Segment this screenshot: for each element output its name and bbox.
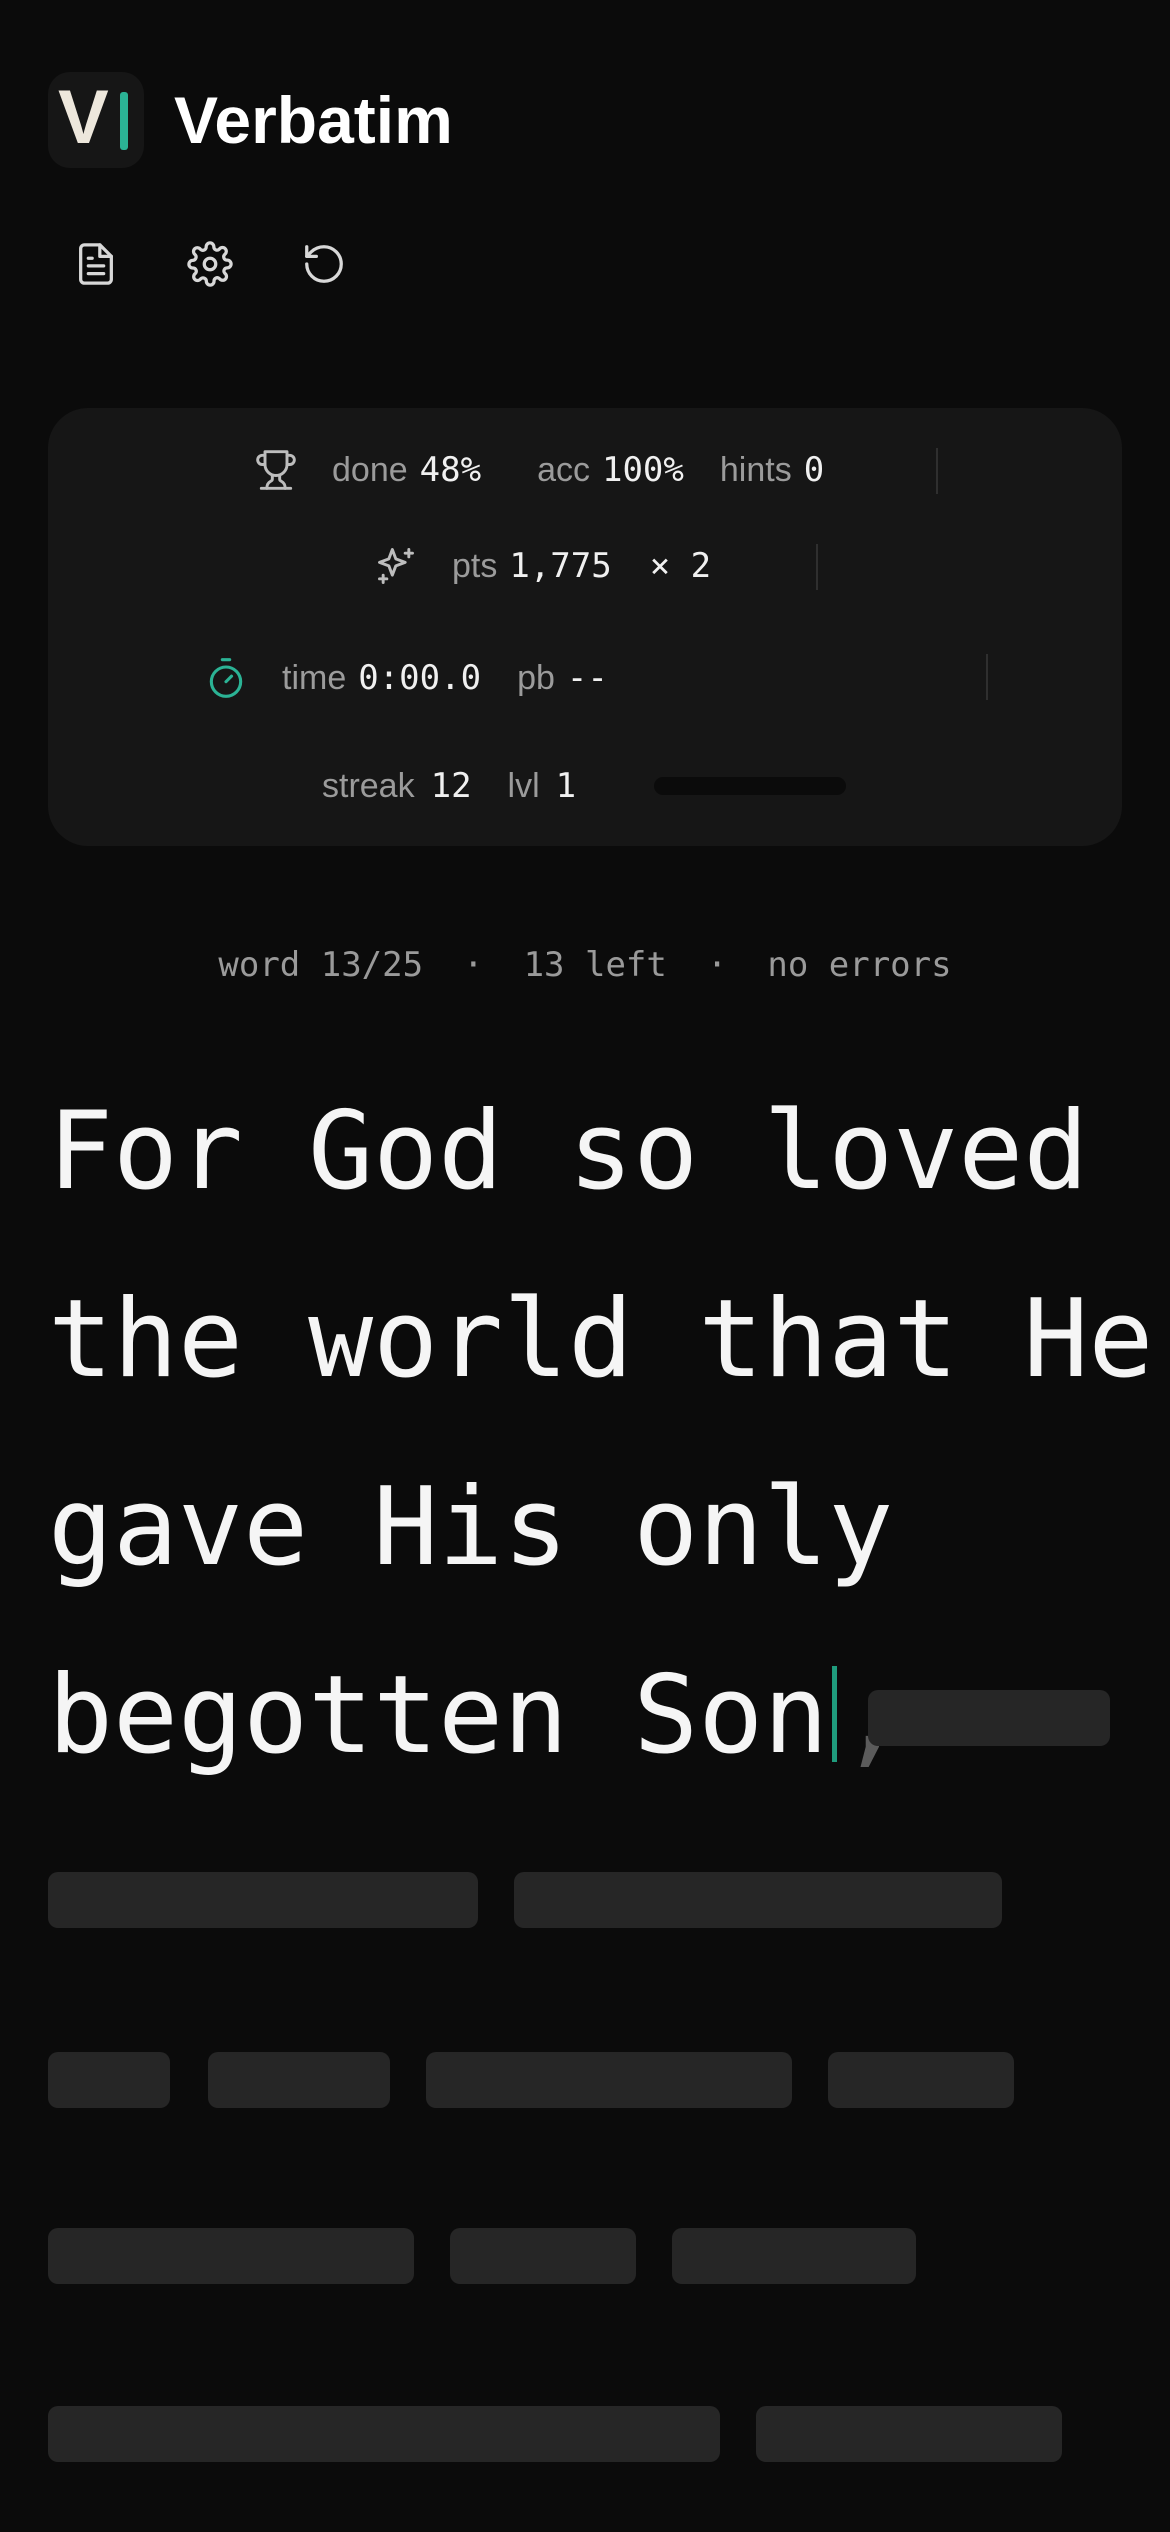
accuracy-label: acc [537, 450, 590, 489]
sparkles-icon [374, 544, 418, 588]
typed-text: begotten Son [48, 1653, 829, 1778]
hints-value: 0 [803, 450, 825, 490]
level-value: 1 [555, 766, 577, 806]
status-separator: · [706, 945, 728, 985]
hidden-word [208, 2052, 390, 2108]
personal-best-value: -- [566, 658, 608, 698]
hidden-word [426, 2052, 792, 2108]
hidden-word [48, 2406, 720, 2462]
hidden-word [868, 1690, 1110, 1746]
personal-best-label: pb [517, 658, 555, 697]
stats-divider [986, 654, 988, 700]
level-label: lvl [507, 766, 540, 805]
done-value: 48% [419, 450, 482, 490]
level-progress-bar [654, 777, 846, 795]
app-title: Verbatim [174, 83, 453, 157]
streak-value: 12 [430, 766, 472, 806]
logo-letter: V [58, 75, 109, 160]
document-button[interactable] [56, 224, 136, 304]
error-count: no errors [767, 945, 952, 985]
hidden-word [756, 2406, 1062, 2462]
points-value: 1,775 [509, 546, 612, 586]
verse-line-4[interactable]: begotten Son, [48, 1656, 904, 1776]
settings-icon [187, 241, 233, 287]
stats-row-streak: streak 12 lvl 1 [322, 756, 576, 816]
streak-label: streak [322, 766, 415, 805]
hidden-word [48, 2052, 170, 2108]
hints-label: hints [719, 450, 792, 489]
hidden-word [672, 2228, 916, 2284]
document-icon [79, 243, 113, 285]
stats-row-time: time 0:00.0 pb -- [204, 648, 608, 708]
accuracy-value: 100% [601, 450, 684, 490]
verse-line-1: For God so loved [48, 1089, 1089, 1214]
points-label: pts [452, 546, 498, 585]
hidden-word [828, 2052, 1014, 2108]
text-caret [832, 1666, 838, 1762]
hidden-word [514, 1872, 1002, 1928]
time-label: time [282, 658, 347, 697]
logo-accent-bar [120, 92, 128, 150]
verse-line-3: gave His only [48, 1465, 894, 1590]
stats-divider [936, 448, 938, 494]
word-progress: word 13/25 [218, 945, 424, 985]
trophy-icon [254, 448, 298, 492]
restart-button[interactable] [284, 224, 364, 304]
status-separator: · [463, 945, 484, 985]
verse-line-2: the world that He [48, 1277, 1154, 1402]
settings-button[interactable] [170, 224, 250, 304]
hidden-word [48, 2228, 414, 2284]
stats-row-progress: done 48% acc 100% hints 0 [254, 440, 824, 500]
hidden-word [450, 2228, 636, 2284]
typing-status: word 13/25 · 13 left · no errors [0, 936, 1170, 994]
stats-row-points: pts 1,775 × 2 [374, 536, 711, 596]
stopwatch-icon [204, 656, 248, 700]
restart-icon [305, 245, 343, 283]
done-label: done [332, 450, 408, 489]
time-value: 0:00.0 [358, 658, 482, 698]
hidden-word [48, 1872, 478, 1928]
multiplier-value: × 2 [649, 546, 712, 586]
stats-divider [816, 544, 818, 590]
words-left: 13 left [523, 945, 667, 985]
